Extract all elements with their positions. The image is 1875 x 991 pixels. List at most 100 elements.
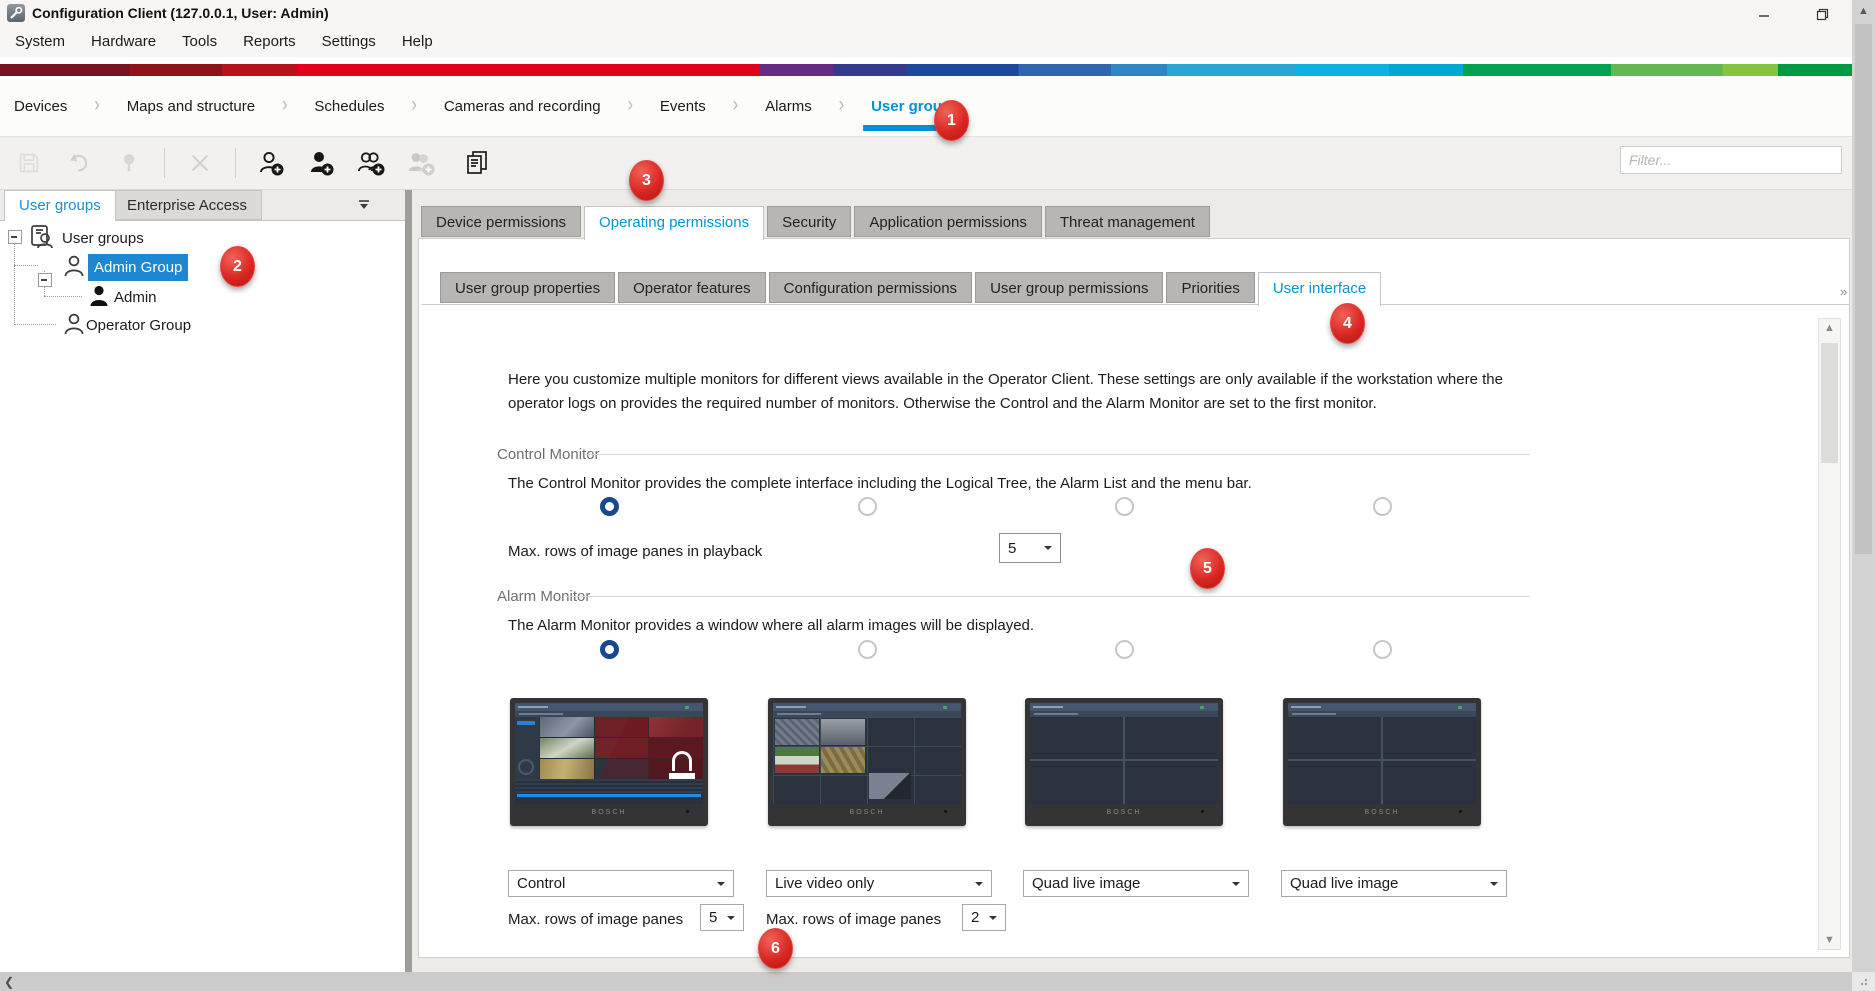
chevron-down-icon	[975, 882, 983, 890]
scrollbar-thumb[interactable]	[1821, 343, 1838, 463]
operating-permissions-tabstrip: User group properties Operator features …	[440, 272, 1381, 306]
tree-connector	[44, 296, 82, 297]
menu-system[interactable]: System	[2, 26, 78, 57]
undo-icon[interactable]	[64, 148, 94, 178]
window-title: Configuration Client (127.0.0.1, User: A…	[32, 0, 329, 26]
chevron-right-icon: ›	[733, 94, 738, 117]
tab-operator-features[interactable]: Operator features	[618, 272, 766, 303]
restore-button[interactable]	[1808, 6, 1836, 22]
tab-device-permissions[interactable]: Device permissions	[421, 206, 581, 237]
scroll-left-icon[interactable]: ❮	[0, 972, 18, 991]
menu-help[interactable]: Help	[389, 26, 446, 57]
menu-settings[interactable]: Settings	[309, 26, 389, 57]
monitor-4-mode-dropdown[interactable]: Quad live image	[1281, 870, 1507, 897]
pin-icon[interactable]	[114, 148, 144, 178]
control-monitor-radio-1[interactable]	[600, 497, 619, 516]
alarm-beacon-icon	[669, 751, 695, 779]
panel-splitter[interactable]	[405, 190, 412, 972]
tab-enterprise-access[interactable]: Enterprise Access	[112, 190, 262, 220]
control-monitor-radio-4[interactable]	[1373, 497, 1392, 516]
scroll-up-icon[interactable]: ▲	[1853, 2, 1874, 20]
tree-expander-admin-group[interactable]	[38, 273, 52, 287]
monitor-brand: BOSCH	[773, 804, 961, 820]
window-vertical-scrollbar[interactable]: ▲	[1852, 0, 1875, 972]
menu-tools[interactable]: Tools	[169, 26, 230, 57]
new-user-icon[interactable]	[306, 148, 336, 178]
monitor-1-max-rows-dropdown[interactable]: 5	[700, 904, 744, 931]
new-user-group-icon[interactable]	[256, 148, 286, 178]
alarm-monitor-radio-4[interactable]	[1373, 640, 1392, 659]
camera-thumbnail	[775, 747, 819, 773]
breadcrumb-alarms[interactable]: Alarms	[765, 98, 812, 115]
monitor-brand: BOSCH	[1030, 804, 1218, 820]
control-monitor-radio-3[interactable]	[1115, 497, 1134, 516]
tab-overflow-icon[interactable]: »	[1840, 284, 1847, 299]
delete-icon[interactable]	[185, 148, 215, 178]
app-wrench-icon	[7, 4, 25, 22]
content-scrollbar[interactable]: ▲ ▼	[1818, 318, 1841, 950]
save-icon[interactable]	[14, 148, 44, 178]
panel-pin-icon[interactable]	[356, 197, 372, 213]
monitor-2-max-rows-dropdown[interactable]: 2	[962, 904, 1006, 931]
alarm-monitor-radio-1[interactable]	[600, 640, 619, 659]
scroll-down-icon[interactable]: ▼	[1819, 931, 1840, 949]
menu-bar: System Hardware Tools Reports Settings H…	[0, 26, 1852, 57]
callout-badge-3: 3	[629, 160, 664, 201]
control-monitor-radio-2[interactable]	[858, 497, 877, 516]
chevron-down-icon	[727, 916, 735, 924]
monitor-3-screen	[1030, 703, 1218, 804]
camera-thumbnail	[821, 719, 865, 745]
tree-item-user-groups[interactable]: User groups	[62, 226, 144, 251]
camera-thumbnail	[869, 773, 911, 799]
filter-input[interactable]	[1620, 146, 1842, 174]
tab-security[interactable]: Security	[767, 206, 851, 237]
scroll-up-icon[interactable]: ▲	[1819, 319, 1840, 337]
screen-titlebar	[773, 703, 961, 711]
breadcrumb-devices[interactable]: Devices	[14, 98, 67, 115]
tab-user-group-permissions[interactable]: User group permissions	[975, 272, 1163, 303]
monitor-2-mode-dropdown[interactable]: Live video only	[766, 870, 992, 897]
tab-user-groups[interactable]: User groups	[4, 190, 116, 221]
tree-item-admin-group[interactable]: Admin Group	[88, 254, 188, 281]
breadcrumb-events[interactable]: Events	[660, 98, 706, 115]
monitor-1-mode-value: Control	[517, 875, 565, 892]
group-divider	[565, 596, 1530, 597]
minimize-button[interactable]	[1750, 6, 1778, 22]
new-dual-authorization-group-icon[interactable]	[356, 148, 386, 178]
breadcrumb-cameras-and-recording[interactable]: Cameras and recording	[444, 98, 601, 115]
copy-permissions-icon[interactable]	[462, 148, 492, 178]
screen-titlebar	[1288, 703, 1476, 711]
tab-configuration-permissions[interactable]: Configuration permissions	[769, 272, 972, 303]
tab-user-interface[interactable]: User interface	[1258, 272, 1381, 306]
tab-user-group-properties[interactable]: User group properties	[440, 272, 615, 303]
window-horizontal-scrollbar[interactable]: ❮	[0, 972, 1852, 991]
title-bar: Configuration Client (127.0.0.1, User: A…	[0, 0, 1852, 26]
tab-priorities[interactable]: Priorities	[1166, 272, 1254, 303]
tree-item-admin[interactable]: Admin	[114, 285, 157, 310]
monitor-2-screen	[773, 703, 961, 804]
tree-connector	[14, 265, 38, 266]
tab-threat-management[interactable]: Threat management	[1045, 206, 1210, 237]
screen-alarm-list	[515, 779, 703, 793]
menu-reports[interactable]: Reports	[230, 26, 309, 57]
monitor-1-screen	[515, 703, 703, 804]
alarm-monitor-radio-3[interactable]	[1115, 640, 1134, 659]
tab-operating-permissions[interactable]: Operating permissions	[584, 206, 764, 240]
breadcrumb-schedules[interactable]: Schedules	[314, 98, 384, 115]
breadcrumb-maps-and-structure[interactable]: Maps and structure	[127, 98, 255, 115]
scrollbar-thumb[interactable]	[1855, 24, 1872, 554]
brand-color-stripe	[0, 64, 1852, 76]
monitor-1-mode-dropdown[interactable]: Control	[508, 870, 734, 897]
max-rows-playback-dropdown[interactable]: 5	[999, 533, 1061, 563]
tree-expander-root[interactable]	[8, 230, 22, 244]
tab-application-permissions[interactable]: Application permissions	[854, 206, 1042, 237]
monitor-3-mode-dropdown[interactable]: Quad live image	[1023, 870, 1249, 897]
chevron-right-icon: ›	[94, 94, 99, 117]
group-icon	[62, 312, 86, 336]
tree-item-operator-group[interactable]: Operator Group	[86, 313, 191, 338]
menu-hardware[interactable]: Hardware	[78, 26, 169, 57]
permissions-tabstrip: Device permissions Operating permissions…	[421, 206, 1210, 239]
alarm-monitor-radio-2[interactable]	[858, 640, 877, 659]
breadcrumb: Devices › Maps and structure › Schedules…	[0, 76, 1852, 137]
monitor-1-max-rows-value: 5	[709, 909, 717, 926]
